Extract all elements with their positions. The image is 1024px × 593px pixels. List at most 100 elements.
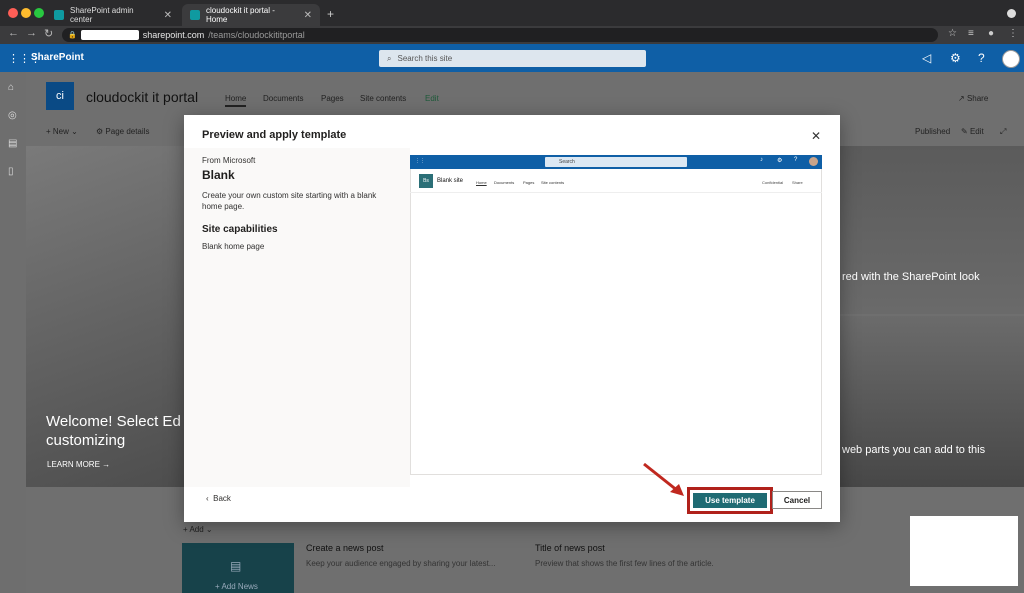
file-icon[interactable]: ▯ [8, 166, 14, 177]
news-icon[interactable]: ▤ [8, 138, 17, 149]
edit-button[interactable]: ✎ Edit [961, 127, 984, 136]
edit-label: Edit [969, 127, 984, 136]
pencil-icon: ✎ [961, 127, 970, 136]
dialog-title: Preview and apply template [202, 129, 347, 141]
nav-documents[interactable]: Documents [263, 94, 303, 103]
minimize-window-icon[interactable] [21, 8, 31, 18]
learn-more-label: LEARN MORE [47, 460, 100, 469]
blank-overlay-box [910, 516, 1018, 586]
reading-list-icon[interactable]: ≡ [968, 28, 974, 39]
site-logo[interactable]: ci [46, 82, 74, 110]
cancel-button[interactable]: Cancel [772, 491, 822, 509]
preview-site-logo: Bs [419, 174, 433, 188]
news-post-title[interactable]: Create a news post [306, 543, 384, 553]
tab-label: cloudockit it portal - Home [206, 6, 275, 24]
preview-confidential-label: Confidential [762, 180, 784, 185]
preview-search-box: Search [545, 157, 687, 167]
use-template-label: Use template [693, 493, 767, 508]
close-tab-icon[interactable]: ✕ [304, 10, 312, 21]
preview-site-title: Blank site [437, 178, 464, 184]
preview-bell-icon: ♪ [760, 157, 763, 163]
url-path: /teams/cloudockititportal [208, 30, 305, 40]
expand-icon[interactable]: ⤢ [1000, 127, 1006, 137]
suite-brand[interactable]: SharePoint [31, 52, 84, 63]
news-icon: ▤ [230, 559, 242, 573]
profile-icon[interactable]: ● [988, 28, 994, 39]
preview-share-label: Share [792, 180, 803, 185]
add-news-label: + Add News [215, 582, 258, 591]
new-button[interactable]: + New ⌄ [46, 127, 78, 136]
use-template-button[interactable]: Use template [687, 487, 773, 514]
template-preview [410, 155, 822, 475]
close-window-icon[interactable] [8, 8, 18, 18]
arrow-right-icon: → [99, 460, 111, 469]
reload-icon[interactable]: ↻ [44, 27, 53, 40]
preview-app-launcher-icon: ⋮⋮ [415, 158, 425, 164]
published-status: Published [915, 127, 951, 136]
news-post-desc: Preview that shows the first few lines o… [535, 559, 714, 568]
close-icon[interactable]: ✕ [811, 129, 821, 143]
site-title[interactable]: cloudockit it portal [86, 89, 198, 105]
search-icon: ⌕ [387, 53, 392, 63]
share-button[interactable]: ↗ Share [958, 94, 988, 103]
help-icon[interactable]: ? [978, 51, 985, 65]
forward-icon[interactable]: → [26, 27, 37, 39]
gear-icon[interactable]: ⚙ [950, 51, 961, 65]
hero-image-right-top[interactable] [840, 146, 1024, 314]
template-name: Blank [202, 168, 235, 182]
home-icon[interactable]: ⌂ [8, 82, 14, 93]
browser-menu-icon[interactable]: ⋮ [1008, 28, 1018, 39]
globe-icon[interactable]: ◎ [8, 110, 17, 121]
megaphone-icon[interactable]: ◁ [922, 51, 931, 65]
nav-edit[interactable]: Edit [425, 94, 439, 103]
back-button[interactable]: ‹ Back [206, 494, 231, 503]
preview-nav-site-contents: Site contents [541, 180, 565, 185]
news-post-desc: Keep your audience engaged by sharing yo… [306, 559, 496, 568]
avatar[interactable] [1002, 50, 1020, 68]
url-host: sharepoint.com [142, 30, 205, 40]
maximize-window-icon[interactable] [34, 8, 44, 18]
add-label: Add [189, 525, 204, 534]
gear-icon: ⚙ [96, 127, 106, 136]
chevron-down-icon: ⌄ [68, 127, 78, 136]
learn-more-link[interactable]: LEARN MORE → [47, 460, 110, 469]
tab-cloudockit-portal[interactable]: cloudockit it portal - Home ✕ [182, 4, 320, 26]
redacted-url-part [80, 30, 139, 40]
new-tab-button[interactable]: + [327, 7, 334, 21]
template-description: Create your own custom site starting wit… [202, 191, 377, 211]
preview-nav-documents: Documents [494, 180, 515, 185]
hero-image-right-bottom[interactable] [840, 316, 1024, 487]
preview-search-label: Search [559, 159, 575, 165]
preview-gear-icon: ⚙ [777, 158, 783, 164]
preview-avatar [809, 157, 818, 166]
page-details-button[interactable]: ⚙ Page details [96, 127, 149, 136]
back-icon[interactable]: ← [8, 27, 19, 39]
capabilities-heading: Site capabilities [202, 224, 278, 235]
share-label: Share [966, 94, 989, 103]
nav-pages[interactable]: Pages [321, 94, 344, 103]
hero-welcome-text: Welcome! Select Ed customizing [46, 413, 181, 449]
nav-site-contents[interactable]: Site contents [360, 94, 406, 103]
bookmark-star-icon[interactable]: ☆ [948, 28, 957, 39]
sharepoint-icon [54, 10, 64, 20]
red-arrow-annotation [643, 462, 684, 496]
new-label: New [52, 127, 69, 136]
search-placeholder: Search this site [397, 54, 453, 63]
hero-right-top-text: red with the SharePoint look [842, 271, 980, 283]
search-input[interactable]: ⌕ Search this site [379, 50, 646, 67]
capability-item: Blank home page [202, 242, 265, 251]
chevron-down-icon: ⌄ [203, 525, 213, 534]
add-news-dropdown[interactable]: + Add ⌄ [183, 525, 213, 534]
news-post-title[interactable]: Title of news post [535, 543, 605, 553]
tab-search-icon[interactable] [1007, 9, 1016, 18]
tab-sharepoint-admin[interactable]: SharePoint admin center ✕ [46, 4, 180, 26]
share-icon: ↗ [958, 94, 967, 103]
preview-help-icon: ? [794, 157, 798, 163]
hero-right-bottom-text: web parts you can add to this [842, 444, 986, 456]
back-label: Back [213, 494, 231, 503]
close-tab-icon[interactable]: ✕ [164, 10, 172, 21]
nav-home[interactable]: Home [225, 94, 247, 107]
tab-label: SharePoint admin center [70, 6, 134, 24]
url-field[interactable]: 🔒 sharepoint.com/teams/cloudockititporta… [62, 28, 938, 42]
preview-divider [410, 192, 822, 193]
